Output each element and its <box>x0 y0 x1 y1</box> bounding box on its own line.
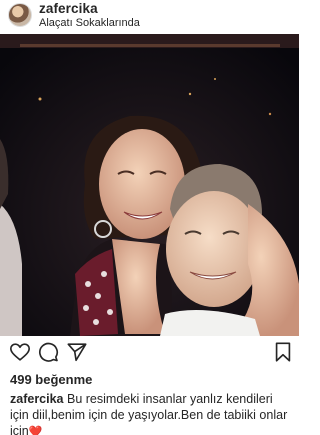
post-caption: zafercika Bu resimdeki insanlar yanlız k… <box>10 391 292 435</box>
bookmark-icon[interactable] <box>272 341 294 363</box>
action-bar <box>0 341 299 367</box>
paper-plane-icon[interactable] <box>66 341 88 363</box>
comment-icon[interactable] <box>37 341 59 363</box>
caption-username[interactable]: zafercika <box>10 392 64 406</box>
post-username[interactable]: zafercika <box>39 1 98 16</box>
photo-image <box>0 34 299 336</box>
like-count[interactable]: 499 beğenme <box>10 372 92 387</box>
avatar[interactable] <box>8 3 32 27</box>
heart-emoji: ❤️ <box>28 426 43 435</box>
post-location[interactable]: Alaçatı Sokaklarında <box>39 17 140 29</box>
post-header: zafercika Alaçatı Sokaklarında <box>0 0 299 34</box>
heart-icon[interactable] <box>9 341 31 363</box>
post-photo[interactable] <box>0 34 299 336</box>
